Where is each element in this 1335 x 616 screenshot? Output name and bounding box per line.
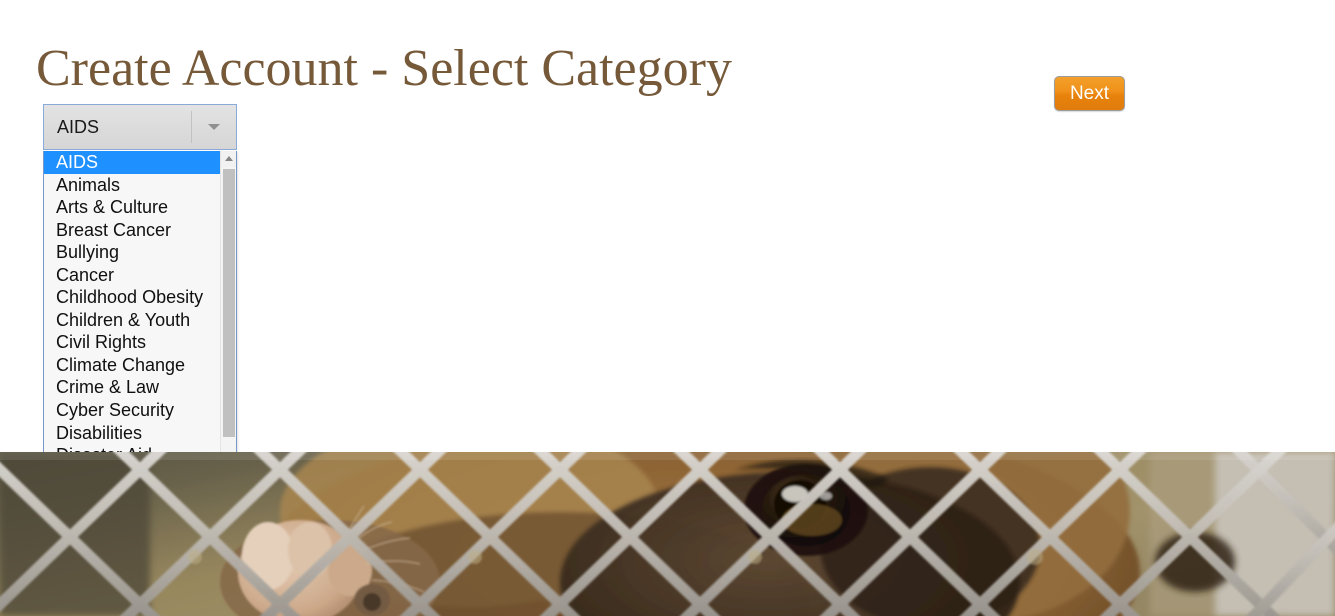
category-option[interactable]: Bullying: [44, 241, 222, 264]
category-option[interactable]: Cyber Security: [44, 399, 222, 422]
next-button[interactable]: Next: [1054, 76, 1125, 111]
select-separator: [191, 111, 192, 143]
page-title: Create Account - Select Category: [36, 39, 732, 97]
category-option[interactable]: Breast Cancer: [44, 219, 222, 242]
category-option[interactable]: Crime & Law: [44, 376, 222, 399]
category-option[interactable]: Disabilities: [44, 422, 222, 445]
category-option[interactable]: Children & Youth: [44, 309, 222, 332]
scroll-up-arrow-icon[interactable]: [221, 151, 236, 167]
category-option[interactable]: Arts & Culture: [44, 196, 222, 219]
scroll-up-glyph: [225, 156, 233, 161]
chevron-down-icon: [208, 124, 220, 130]
category-select-closed-face[interactable]: AIDS: [43, 104, 237, 150]
hero-photo-dog-behind-fence: [0, 452, 1335, 616]
category-option[interactable]: AIDS: [44, 151, 222, 174]
category-option[interactable]: Childhood Obesity: [44, 286, 222, 309]
category-option[interactable]: Cancer: [44, 264, 222, 287]
create-account-page: Create Account - Select Category Next AI…: [0, 0, 1335, 616]
category-option[interactable]: Civil Rights: [44, 331, 222, 354]
listbox-scrollbar-thumb[interactable]: [223, 169, 235, 437]
category-select-value: AIDS: [57, 117, 100, 137]
category-option[interactable]: Animals: [44, 174, 222, 197]
category-option[interactable]: Climate Change: [44, 354, 222, 377]
